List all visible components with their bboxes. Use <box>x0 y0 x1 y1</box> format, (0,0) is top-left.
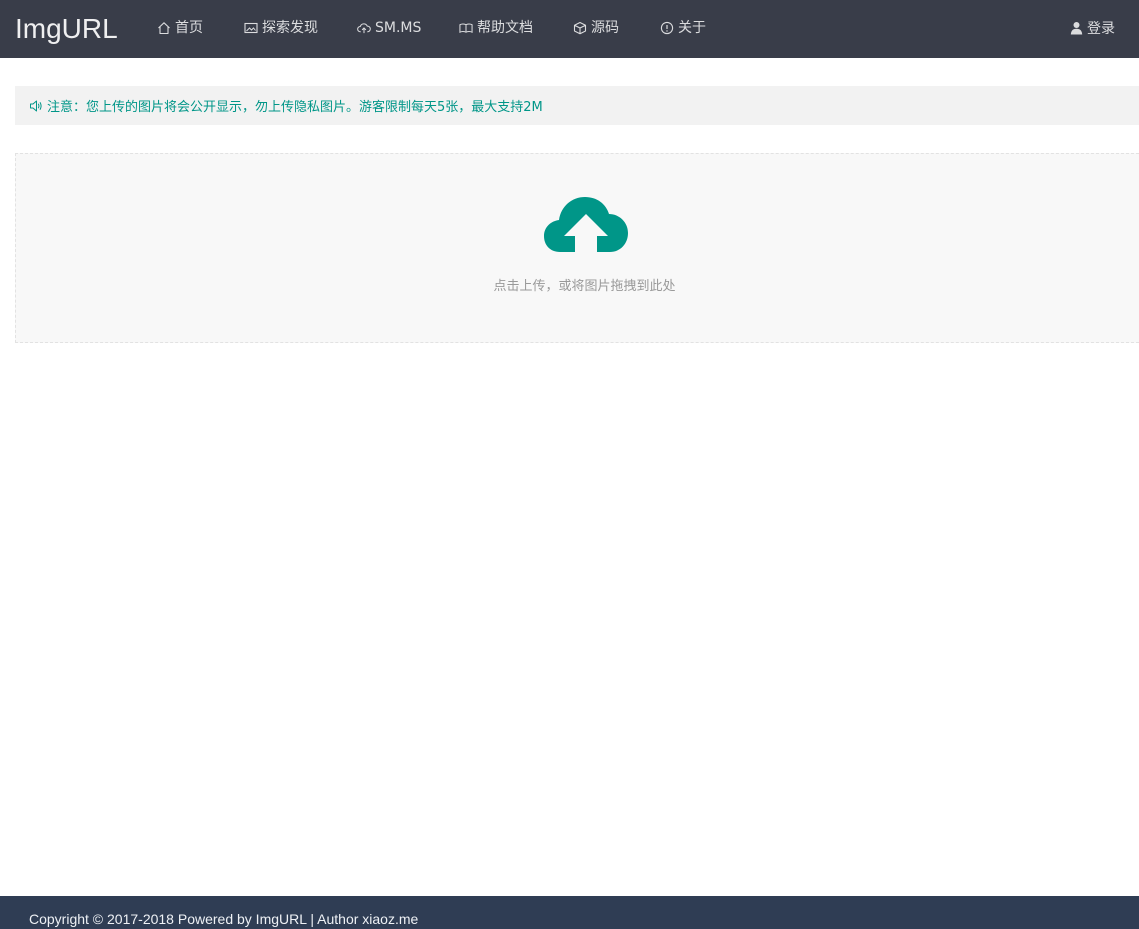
nav-item-home[interactable]: 首页 <box>157 18 203 38</box>
cube-icon <box>573 21 587 35</box>
nav-item-about[interactable]: 关于 <box>660 18 706 38</box>
cloud-upload-icon <box>357 21 371 35</box>
nav-item-source[interactable]: 源码 <box>573 18 619 38</box>
info-icon <box>660 21 674 35</box>
upload-dropzone[interactable]: 点击上传，或将图片拖拽到此处 <box>15 153 1139 343</box>
nav-item-smms[interactable]: SM.MS <box>357 18 421 38</box>
nav-label: 源码 <box>591 20 619 36</box>
nav-label: 首页 <box>175 20 203 36</box>
login-label: 登录 <box>1087 21 1115 37</box>
login-link[interactable]: 登录 <box>1070 18 1115 38</box>
nav-item-docs[interactable]: 帮助文档 <box>459 18 533 38</box>
nav-label: SM.MS <box>375 20 422 36</box>
nav-item-explore[interactable]: 探索发现 <box>244 18 318 38</box>
notice-bar: 注意：您上传的图片将会公开显示，勿上传隐私图片。游客限制每天5张，最大支持2M <box>15 86 1139 125</box>
nav-label: 帮助文档 <box>477 20 533 36</box>
page: ImgURL 首页 探索发现 SM.MS 帮助文档 源码 关于 登录 注意：您上… <box>0 0 1139 929</box>
upload-hint-text: 点击上传，或将图片拖拽到此处 <box>493 279 676 294</box>
nav-label: 关于 <box>678 20 706 36</box>
book-icon <box>459 21 473 35</box>
nav-label: 探索发现 <box>262 20 318 36</box>
footer: Copyright © 2017-2018 Powered by ImgURL … <box>0 896 1139 929</box>
cloud-upload-icon <box>544 197 628 252</box>
notice-text: 注意：您上传的图片将会公开显示，勿上传隐私图片。游客限制每天5张，最大支持2M <box>47 100 543 115</box>
home-icon <box>157 21 171 35</box>
site-logo[interactable]: ImgURL <box>15 13 118 45</box>
user-icon <box>1070 21 1083 35</box>
picture-icon <box>244 21 258 35</box>
speaker-icon <box>29 99 43 113</box>
footer-copyright: Copyright © 2017-2018 Powered by ImgURL … <box>29 911 419 927</box>
top-navbar: ImgURL 首页 探索发现 SM.MS 帮助文档 源码 关于 登录 <box>0 0 1139 58</box>
